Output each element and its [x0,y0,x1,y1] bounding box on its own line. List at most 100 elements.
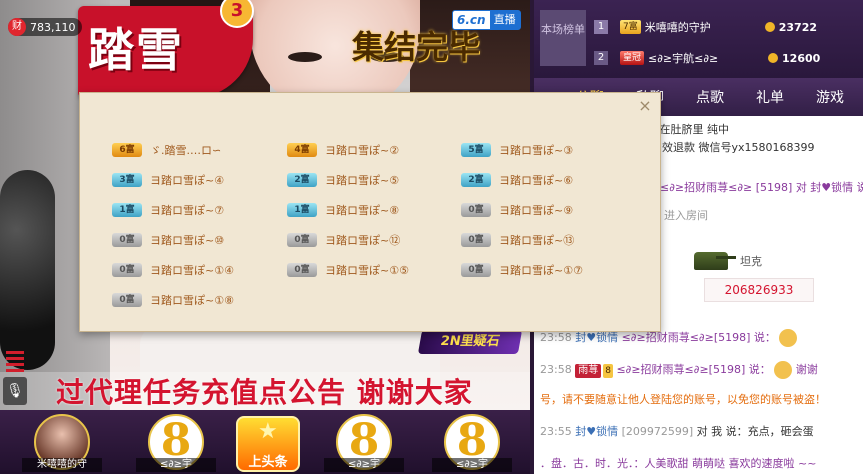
chat-notice-cont: 效退款 微信号yx1580168399 [662,141,815,154]
brand-logo[interactable]: 6.cn 直播 [452,10,521,30]
rank-slot[interactable]: 8 ≤∂≥宇 [136,410,216,474]
rank-slot[interactable]: 米嘻嘻的守 [22,410,102,474]
fan-entry[interactable]: 0富 ヨ踏ロ雪ぽ~①④ [112,261,234,279]
fan-entry[interactable]: 2富 ヨ踏ロ雪ぽ~⑥ [461,171,573,189]
guard-name: 米嘻嘻的守护 [644,21,711,34]
fan-name: ヨ踏ロ雪ぽ~⑦ [150,204,225,217]
microphone-icon[interactable]: 🎙 [3,377,27,405]
guard-ranking: 本场榜单 1 7富 米嘻嘻的守护 23722 2 皇冠 ≤∂≥宇航≤∂≥ 126… [534,0,863,78]
chat-line: ．盘．古．时．光．：人美歌甜 萌萌哒 喜欢的速度啦 ~~ [540,457,817,470]
fan-entry[interactable]: 2富 ヨ踏ロ雪ぽ~⑤ [287,171,399,189]
fan-entry[interactable]: 1富 ヨ踏ロ雪ぽ~⑧ [287,201,399,219]
tank-icon [694,252,736,270]
menu-icon[interactable] [6,351,24,373]
fan-name: ヨ踏ロ雪ぽ~①④ [150,264,234,277]
level-badge: 8 [603,364,613,378]
wealth-badge: 7富 [620,20,641,34]
wealth-badge: 0富 [112,263,142,277]
slot-name: 米嘻嘻的守 [22,458,102,472]
guard-rank: 2 [594,51,608,65]
close-icon[interactable]: × [638,98,652,114]
tab-games[interactable]: 游戏 [800,87,860,107]
fan-name: ヨ踏ロ雪ぽ~④ [150,174,225,187]
guard-tab[interactable]: 本场榜单 [540,10,586,66]
guard-rank: 1 [594,20,608,34]
guard-row[interactable]: 1 7富 米嘻嘻的守护 23722 [594,16,862,38]
fan-entry[interactable]: 6富 ゞ.踏雪.…ロ∽ [112,141,221,159]
slot-name: ≤∂≥宇 [432,458,512,472]
fan-entry[interactable]: 0富 ヨ踏ロ雪ぽ~⑩ [112,231,224,249]
brand-name: 6.cn [457,13,486,27]
chat-text-end: 谢谢 [795,363,818,376]
tab-song-request[interactable]: 点歌 [680,87,740,107]
wealth-badge: 2富 [461,173,491,187]
fan-entry[interactable]: 0富 ヨ踏ロ雪ぽ~①⑧ [112,291,234,309]
wealth-badge: 1富 [112,203,142,217]
chat-line: 23:58 雨荨 8 ≤∂≥招财雨荨≤∂≥[5198] 说： 谢谢 [540,360,818,380]
chat-text: 对 我 说：充点，砸会蛋 [696,425,814,438]
fan-entry[interactable]: 5富 ヨ踏ロ雪ぽ~③ [461,141,573,159]
banner-title: 踏雪 [88,23,184,77]
chat-line: 23:55 封♥锁情 [209972599] 对 我 说：充点，砸会蛋 [540,422,814,442]
fan-name: ヨ踏ロ雪ぽ~⑫ [325,234,401,247]
fan-name: ヨ踏ロ雪ぽ~⑩ [150,234,225,247]
guard-value: 12600 [782,51,821,65]
tank-label: 坦克 [740,255,762,268]
gift-tank: 坦克 [694,246,762,276]
headline-button[interactable]: ★ 上头条 [236,416,300,472]
chat-text: ≤∂≥招财雨荨≤∂≥[5198] 说： [621,331,776,344]
headline-button-label: 上头条 [248,455,288,470]
chat-user[interactable]: 封♥锁情 [575,425,618,438]
fan-name: ヨ踏ロ雪ぽ~⑨ [499,204,574,217]
headline-slot[interactable]: ★ 上头条 [228,410,308,474]
guard-row[interactable]: 2 皇冠 ≤∂≥宇航≤∂≥ 12600 [594,47,862,69]
corner-sticker: 2N里疑石 [417,330,523,354]
chat-time: 23:58 [540,331,572,344]
fan-entry[interactable]: 0富 ヨ踏ロ雪ぽ~①⑤ [287,261,409,279]
wealth-badge: 0富 [287,233,317,247]
wealth-badge: 3富 [112,173,142,187]
live-tag: 直播 [489,11,520,29]
chat-time: 23:55 [540,425,572,438]
chat-enter-text: 进入房间 [664,209,708,222]
chat-user[interactable]: 封♥锁情 [575,331,618,344]
wealth-badge: 0富 [461,203,491,217]
chat-line: ≤∂≥招财雨荨≤∂≥ [5198] 对 封♥锁情 说 [660,181,863,194]
tab-gift-list[interactable]: 礼单 [740,87,800,107]
fan-entry[interactable]: 1富 ヨ踏ロ雪ぽ~⑦ [112,201,224,219]
fan-entry[interactable]: 4富 ヨ踏ロ雪ぽ~② [287,141,399,159]
wealth-badge: 0富 [112,293,142,307]
wealth-icon: 财 [8,18,26,36]
performer-eye-left [288,52,322,62]
coin-icon [768,53,779,63]
wealth-badge: 0富 [287,263,317,277]
ticker-text: 过代理任务充值点公告 谢谢大家 [56,376,473,409]
fan-entry[interactable]: 3富 ヨ踏ロ雪ぽ~④ [112,171,224,189]
fan-name: ヨ踏ロ雪ぽ~⑧ [325,204,400,217]
fan-name: ヨ踏ロ雪ぽ~⑬ [499,234,575,247]
wealth-badge: 5富 [461,143,491,157]
chat-user-id: [209972599] [621,425,694,438]
fan-entry[interactable]: 0富 ヨ踏ロ雪ぽ~⑫ [287,231,400,249]
room-id[interactable]: 206826933 [704,278,814,302]
star-icon: ★ [258,419,278,444]
gift-rank-bar: 米嘻嘻的守 8 ≤∂≥宇 ★ 上头条 8 ≤∂≥宇 8 ≤∂≥宇 [0,410,530,474]
fan-list-popup: × 6富 ゞ.踏雪.…ロ∽ 4富 ヨ踏ロ雪ぽ~② 5富 ヨ踏ロ雪ぽ~③ 3富 ヨ踏ロ雪ぽ~④ 2… [79,92,661,332]
rank-slot[interactable]: 8 ≤∂≥宇 [432,410,512,474]
fan-name: ヨ踏ロ雪ぽ~⑤ [325,174,400,187]
chat-text: ≤∂≥招财雨荨≤∂≥[5198] 说： [616,363,771,376]
slot-name: ≤∂≥宇 [136,458,216,472]
announcement-ticker: 过代理任务充值点公告 谢谢大家 [0,372,530,410]
slot-name: ≤∂≥宇 [324,458,404,472]
wealth-badge: 0富 [461,233,491,247]
wealth-badge: 4富 [287,143,317,157]
chat-time: 23:58 [540,363,572,376]
crown-badge: 皇冠 [620,51,645,65]
viewer-counter: 财 783,110 [8,18,82,36]
fan-entry[interactable]: 0富 ヨ踏ロ雪ぽ~⑨ [461,201,573,219]
viewer-count: 783,110 [30,20,76,34]
wealth-badge: 6富 [112,143,142,157]
fan-entry[interactable]: 0富 ヨ踏ロ雪ぽ~①⑦ [461,261,583,279]
rank-slot[interactable]: 8 ≤∂≥宇 [324,410,404,474]
fan-entry[interactable]: 0富 ヨ踏ロ雪ぽ~⑬ [461,231,574,249]
